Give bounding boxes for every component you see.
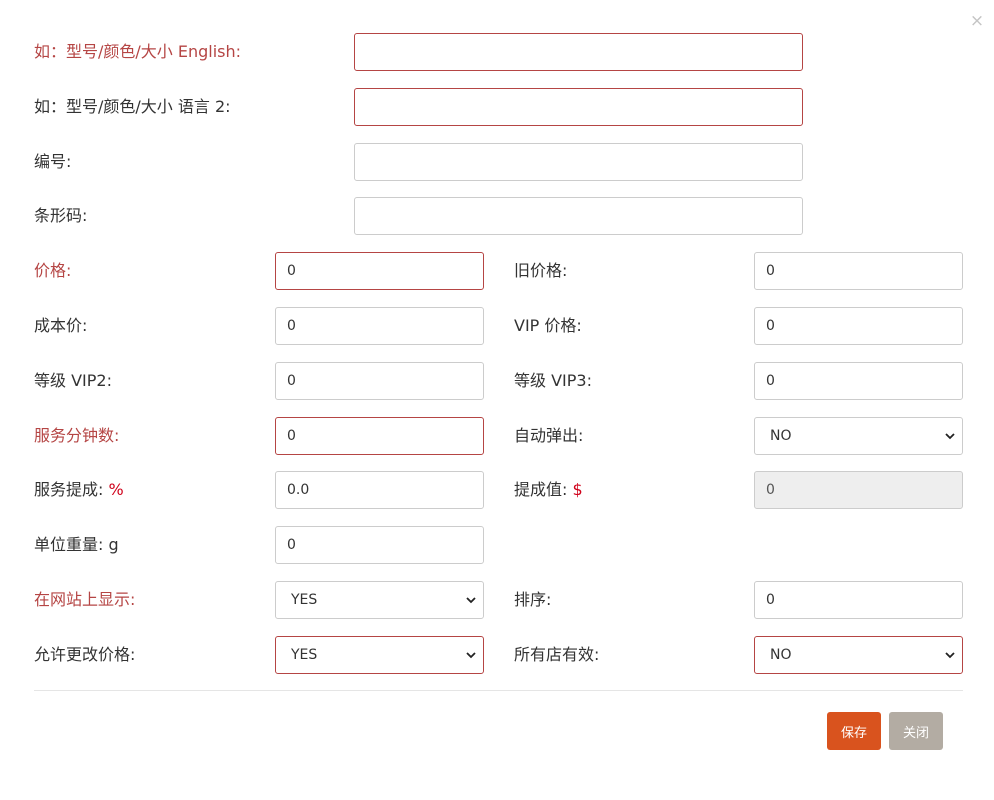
close-button[interactable]: 关闭: [889, 712, 943, 750]
show-on-website-label: 在网站上显示:: [34, 590, 136, 609]
price-label: 价格:: [34, 261, 72, 280]
model-lang2-label: 如：型号/颜色/大小 语言 2:: [34, 97, 231, 116]
all-stores-valid-select[interactable]: NO: [754, 636, 963, 674]
percent-symbol: %: [108, 480, 124, 499]
cost-price-label: 成本价:: [34, 316, 88, 335]
allow-price-change-value: YES: [291, 647, 318, 663]
code-label: 编号:: [34, 152, 72, 171]
chevron-down-icon: [945, 433, 955, 440]
show-on-website-value: YES: [291, 592, 318, 608]
service-minutes-label: 服务分钟数:: [34, 426, 120, 445]
level-vip3-input[interactable]: [754, 362, 963, 400]
auto-popup-value: NO: [770, 428, 792, 444]
unit-weight-label: 单位重量: g: [34, 535, 119, 554]
chevron-down-icon: [945, 652, 955, 659]
dialog-close-icon[interactable]: ×: [968, 10, 986, 32]
sort-order-input[interactable]: [754, 581, 963, 619]
model-lang2-input[interactable]: [354, 88, 803, 126]
cost-price-input[interactable]: [275, 307, 484, 345]
auto-popup-label: 自动弹出:: [514, 426, 584, 445]
commission-value-label: 提成值: $: [514, 479, 583, 501]
show-on-website-select[interactable]: YES: [275, 581, 484, 619]
footer-divider: [34, 690, 963, 691]
chevron-down-icon: [466, 597, 476, 604]
vip-price-label: VIP 价格:: [514, 316, 582, 335]
level-vip3-label: 等级 VIP3:: [514, 371, 592, 390]
sort-order-label: 排序:: [514, 590, 552, 609]
auto-popup-select[interactable]: NO: [754, 417, 963, 455]
vip-price-input[interactable]: [754, 307, 963, 345]
old-price-label: 旧价格:: [514, 261, 568, 280]
model-english-label: 如：型号/颜色/大小 English:: [34, 42, 242, 61]
service-commission-label-text: 服务提成:: [34, 480, 104, 499]
level-vip2-label: 等级 VIP2:: [34, 371, 112, 390]
allow-price-change-select[interactable]: YES: [275, 636, 484, 674]
barcode-input[interactable]: [354, 197, 803, 235]
service-minutes-input[interactable]: [275, 417, 484, 455]
barcode-label: 条形码:: [34, 206, 88, 225]
chevron-down-icon: [466, 652, 476, 659]
level-vip2-input[interactable]: [275, 362, 484, 400]
old-price-input[interactable]: [754, 252, 963, 290]
save-button[interactable]: 保存: [827, 712, 881, 750]
code-input[interactable]: [354, 143, 803, 181]
all-stores-valid-value: NO: [770, 647, 792, 663]
model-english-input[interactable]: [354, 33, 803, 71]
unit-weight-input[interactable]: [275, 526, 484, 564]
allow-price-change-label: 允许更改价格:: [34, 645, 136, 664]
dollar-symbol: $: [572, 480, 583, 499]
service-commission-input[interactable]: [275, 471, 484, 509]
all-stores-valid-label: 所有店有效:: [514, 645, 600, 664]
commission-value-input: [754, 471, 963, 509]
service-commission-label: 服务提成: %: [34, 479, 124, 501]
commission-value-label-text: 提成值:: [514, 480, 568, 499]
price-input[interactable]: [275, 252, 484, 290]
